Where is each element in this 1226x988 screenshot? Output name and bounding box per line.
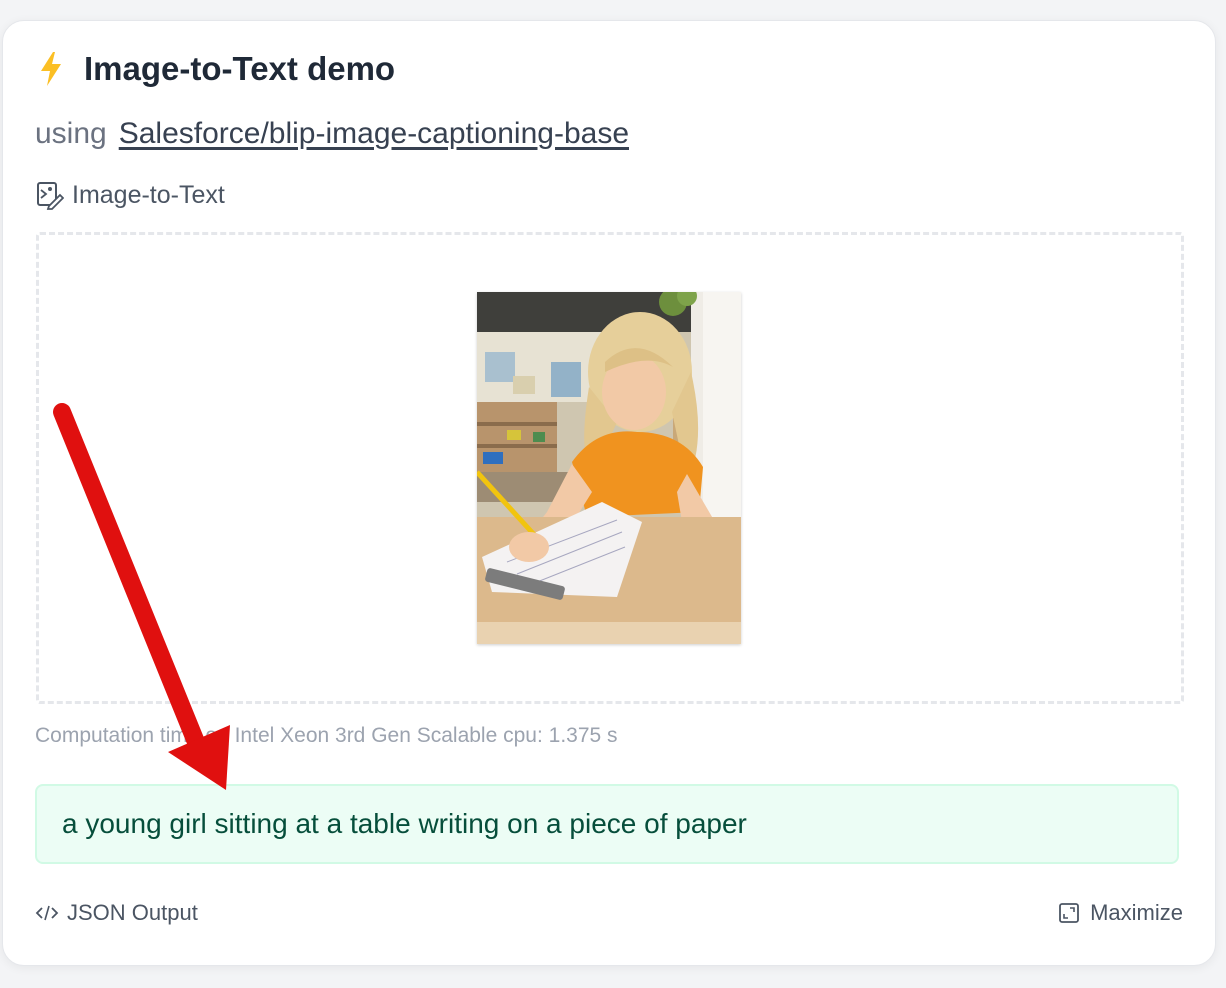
lightning-bolt-icon (41, 52, 61, 86)
using-label: using (35, 117, 107, 150)
uploaded-image (477, 292, 741, 644)
model-link[interactable]: Salesforce/blip-image-captioning-base (119, 117, 629, 150)
footer-row: JSON Output Maximize (35, 900, 1183, 926)
image-to-text-icon (37, 182, 64, 210)
task-label: Image-to-Text (72, 180, 225, 209)
caption-output: a young girl sitting at a table writing … (35, 784, 1179, 864)
computation-time: Computation time on Intel Xeon 3rd Gen S… (35, 724, 618, 747)
caption-text: a young girl sitting at a table writing … (62, 808, 747, 839)
maximize-button[interactable]: Maximize (1058, 900, 1183, 926)
model-line: using Salesforce/blip-image-captioning-ba… (35, 117, 629, 151)
title-row: Image-to-Text demo (38, 50, 395, 88)
code-icon (35, 905, 59, 921)
json-output-button[interactable]: JSON Output (35, 900, 198, 926)
maximize-label: Maximize (1090, 900, 1183, 925)
task-label-row: Image-to-Text (36, 180, 225, 210)
maximize-icon (1059, 903, 1079, 923)
json-output-label: JSON Output (67, 900, 198, 925)
page-title: Image-to-Text demo (84, 50, 396, 87)
